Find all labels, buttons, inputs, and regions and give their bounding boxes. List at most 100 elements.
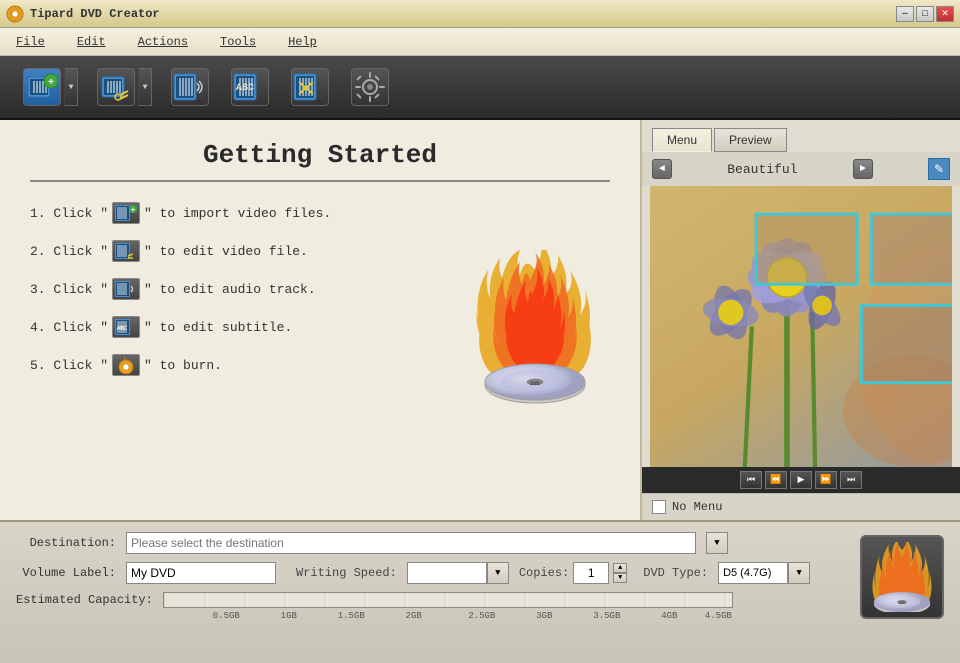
restore-button[interactable]: □ xyxy=(916,6,934,22)
fast-forward-button[interactable]: ⏩ xyxy=(815,471,837,489)
destination-row: Destination: ▼ xyxy=(16,532,944,554)
prev-menu-button[interactable]: ◄ xyxy=(652,159,672,179)
cap-tick-7: 3.5GB xyxy=(593,611,620,621)
import-video-icon: + xyxy=(26,71,58,103)
burn-icon: DVD xyxy=(867,542,937,612)
dvd-type-label: DVD Type: xyxy=(643,566,708,580)
menu-name-label: Beautiful xyxy=(727,162,797,177)
minimize-button[interactable]: ─ xyxy=(896,6,914,22)
dvd-graphic: DVD xyxy=(470,250,600,410)
cap-tick-9: 4.5GB xyxy=(705,611,732,621)
cap-tick-6: 3GB xyxy=(536,611,552,621)
menu-tools[interactable]: Tools xyxy=(214,33,262,51)
chapter-icon xyxy=(293,70,327,104)
app-title: Tipard DVD Creator xyxy=(30,7,896,21)
tab-preview[interactable]: Preview xyxy=(714,128,787,152)
title-bar: Tipard DVD Creator ─ □ ✕ xyxy=(0,0,960,28)
edit-video-dropdown[interactable]: ▼ xyxy=(138,68,152,106)
settings-icon xyxy=(353,70,387,104)
next-menu-button[interactable]: ► xyxy=(853,159,873,179)
dvd-type-dropdown[interactable]: ▼ xyxy=(788,562,810,584)
audio-step-icon xyxy=(112,278,140,300)
close-button[interactable]: ✕ xyxy=(936,6,954,22)
writing-speed-label: Writing Speed: xyxy=(296,566,397,580)
tab-menu[interactable]: Menu xyxy=(652,128,712,152)
destination-input[interactable] xyxy=(126,532,696,554)
getting-started-title: Getting Started xyxy=(30,140,610,182)
playback-controls: ⏮ ⏪ ▶ ⏩ ⏭ xyxy=(642,467,960,493)
writing-speed-dropdown[interactable]: ▼ xyxy=(487,562,509,584)
edit-chapter-button[interactable] xyxy=(288,63,332,111)
audio-button[interactable] xyxy=(168,63,212,111)
writing-speed-input[interactable] xyxy=(407,562,487,584)
window-controls: ─ □ ✕ xyxy=(896,6,954,22)
copies-label: Copies: xyxy=(519,566,569,580)
import-video-button[interactable]: + xyxy=(20,63,64,111)
subtitle-button[interactable]: ABC xyxy=(228,63,272,111)
destination-dropdown[interactable]: ▼ xyxy=(706,532,728,554)
burn-button[interactable]: DVD xyxy=(860,535,944,619)
preview-bg-svg xyxy=(650,186,952,467)
svg-text:ABC: ABC xyxy=(236,83,254,94)
copies-input[interactable] xyxy=(573,562,609,584)
edit-video-group: ▼ xyxy=(94,63,152,111)
copies-down-button[interactable]: ▼ xyxy=(613,573,627,583)
svg-text:DVD: DVD xyxy=(899,602,905,606)
copies-group: Copies: ▲ ▼ xyxy=(519,562,627,584)
menu-help[interactable]: Help xyxy=(282,33,323,51)
cap-tick-1: 0.5GB xyxy=(213,611,240,621)
capacity-row: Estimated Capacity: 0.5GB 1GB 1.5GB 2GB … xyxy=(16,592,944,608)
menu-file[interactable]: File xyxy=(10,33,51,51)
destination-label: Destination: xyxy=(16,536,116,550)
svg-text:DVD: DVD xyxy=(530,381,539,387)
edit-video-button[interactable] xyxy=(94,63,138,111)
getting-started-panel: Getting Started 1. Click " + " to import… xyxy=(0,120,642,520)
bottom-bar: Destination: ▼ Volume Label: Writing Spe… xyxy=(0,520,960,663)
preview-background xyxy=(650,186,952,467)
no-menu-row: No Menu xyxy=(642,493,960,520)
subtitle-step-icon: ABC xyxy=(112,316,140,338)
svg-text:+: + xyxy=(131,207,135,215)
menu-actions[interactable]: Actions xyxy=(132,33,194,51)
volume-label: Volume Label: xyxy=(16,566,116,580)
import-video-step-icon: + xyxy=(112,202,140,224)
settings-row: Volume Label: Writing Speed: ▼ Copies: ▲… xyxy=(16,562,944,584)
audio-icon xyxy=(173,70,207,104)
right-panel: Menu Preview ◄ Beautiful ► ✎ xyxy=(642,120,960,520)
menu-nav: ◄ Beautiful ► ✎ xyxy=(642,152,960,186)
preview-area xyxy=(650,186,952,467)
play-button[interactable]: ▶ xyxy=(790,471,812,489)
copies-arrows: ▲ ▼ xyxy=(613,563,627,583)
toolbar: + ▼ ▼ xyxy=(0,56,960,120)
menu-bar: File Edit Actions Tools Help xyxy=(0,28,960,56)
skip-back-button[interactable]: ⏮ xyxy=(740,471,762,489)
settings-button[interactable] xyxy=(348,63,392,111)
import-video-dropdown[interactable]: ▼ xyxy=(64,68,78,106)
capacity-bar: 0.5GB 1GB 1.5GB 2GB 2.5GB 3GB 3.5GB 4GB … xyxy=(163,592,733,608)
capacity-bar-bg xyxy=(164,593,732,607)
cap-tick-4: 2GB xyxy=(406,611,422,621)
subtitle-icon: ABC xyxy=(233,70,267,104)
app-icon xyxy=(6,5,24,23)
edit-menu-button[interactable]: ✎ xyxy=(928,158,950,180)
import-video-group: + ▼ xyxy=(20,63,78,111)
no-menu-checkbox[interactable] xyxy=(652,500,666,514)
menu-edit[interactable]: Edit xyxy=(71,33,112,51)
main-area: Getting Started 1. Click " + " to import… xyxy=(0,120,960,520)
cap-tick-3: 1.5GB xyxy=(338,611,365,621)
volume-input[interactable] xyxy=(126,562,276,584)
burn-step-icon xyxy=(112,354,140,376)
copies-up-button[interactable]: ▲ xyxy=(613,563,627,573)
dvd-type-input[interactable] xyxy=(718,562,788,584)
cap-tick-5: 2.5GB xyxy=(468,611,495,621)
estimated-capacity-label: Estimated Capacity: xyxy=(16,593,153,607)
step-1: 1. Click " + " to import video files. xyxy=(30,202,610,224)
svg-text:ABC: ABC xyxy=(117,325,128,332)
edit-video-step-icon xyxy=(112,240,140,262)
cap-tick-8: 4GB xyxy=(661,611,677,621)
menu-preview-tabs: Menu Preview xyxy=(642,120,960,152)
edit-video-icon xyxy=(100,71,132,103)
no-menu-label: No Menu xyxy=(672,500,722,514)
skip-forward-button[interactable]: ⏭ xyxy=(840,471,862,489)
rewind-button[interactable]: ⏪ xyxy=(765,471,787,489)
